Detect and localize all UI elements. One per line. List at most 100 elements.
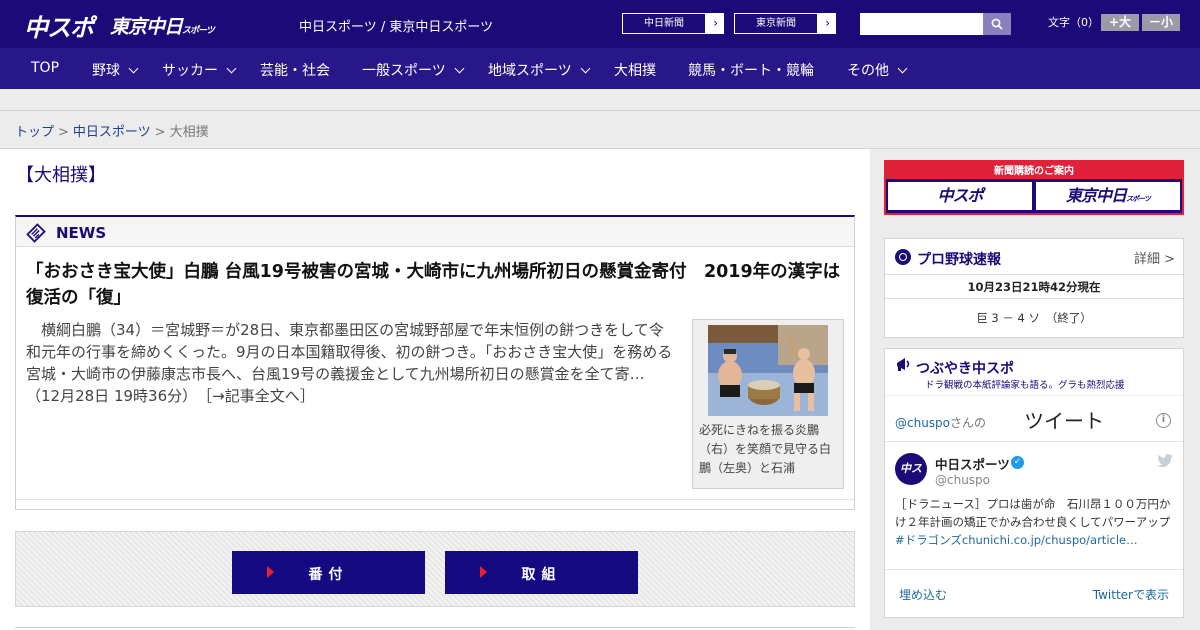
search-icon (991, 18, 1003, 30)
nav-label: サッカー (162, 63, 218, 79)
subscription-title: 新聞購読のご案内 (994, 166, 1074, 177)
chuspo-logo[interactable]: 中スポ (24, 8, 94, 43)
article-body: 横綱白鵬（34）＝宮城野＝が28日、東京都墨田区の宮城野部屋で年末恒例の餅つきを… (26, 319, 676, 407)
breadcrumb-chuspo-link[interactable]: 中日スポーツ (73, 125, 151, 140)
nav-label: 野球 (92, 63, 120, 79)
article-summary: 横綱白鵬（34）＝宮城野＝が28日、東京都墨田区の宮城野部屋で年末恒例の餅つきを… (26, 321, 673, 405)
site-names: 中日スポーツ / 東京中日スポーツ (299, 20, 494, 35)
twitter-handle-link[interactable]: @chuspo (895, 416, 950, 430)
news-header: NEWS (16, 217, 854, 247)
nav-label: 一般スポーツ (362, 63, 446, 79)
sumo-buttons: 番付 取組 (15, 531, 855, 607)
chevron-down-icon (226, 63, 237, 74)
search-button[interactable] (983, 13, 1011, 35)
chuspo-subscribe-logo[interactable]: 中スポ (888, 182, 1032, 210)
nav-label: その他 (847, 63, 889, 79)
nav-item-sumo[interactable]: 大相撲 (614, 60, 656, 80)
nav-item-top[interactable]: TOP (31, 60, 59, 76)
breadcrumb-current: 大相撲 (169, 125, 209, 140)
nav-item-other[interactable]: その他 (847, 60, 908, 80)
nav-item-racing[interactable]: 競馬・ボート・競輪 (688, 60, 814, 80)
twitter-widget: つぶやき中スポ ドラ観戦の本紙評論家も語る。グラも熱烈応援 @chuspoさんの… (884, 348, 1184, 618)
chunichi-shimbun-link[interactable]: 中日新聞 › (622, 13, 724, 34)
chevron-right-icon: › (713, 16, 718, 30)
megaphone-icon (897, 358, 910, 371)
sub-tokyo-text: 東京中日 (1066, 186, 1127, 205)
news-label: NEWS (56, 224, 107, 242)
search-input[interactable] (860, 13, 984, 35)
pro-baseball-title: プロ野球速報 (917, 252, 1001, 268)
chunichi-shimbun-label: 中日新聞 (623, 14, 705, 33)
breadcrumb-separator: > (154, 125, 166, 140)
hashtag-link[interactable]: #ドラゴンズ (895, 533, 962, 547)
divider (885, 298, 1183, 299)
embed-link[interactable]: 埋め込む (899, 586, 947, 603)
banzuke-label: 番付 (308, 567, 349, 583)
torikumi-label: 取組 (521, 567, 562, 583)
view-on-twitter-link[interactable]: Twitterで表示 (1093, 586, 1169, 603)
tokyo-logo-text: 東京中日 (110, 16, 183, 38)
pro-baseball-timestamp: 10月23日21時42分現在 (967, 280, 1101, 294)
nav-label: TOP (31, 60, 60, 76)
nav-item-general-sports[interactable]: 一般スポーツ (362, 60, 465, 80)
nav-label: 芸能・社会 (260, 63, 330, 79)
tokyo-logo-suffix: スポーツ (182, 26, 215, 36)
pro-baseball-widget: プロ野球速報 詳細 > 10月23日21時42分現在 巨 3 － 4 ソ （終了… (884, 238, 1184, 338)
nav-item-local-sports[interactable]: 地域スポーツ (488, 60, 591, 80)
tweet-body: ［ドラニュース］プロは歯が命 石川昂１００万円かけ２年計画の矯正でかみ合わせ良く… (895, 497, 1171, 529)
photo-caption: 必死にきねを振る炎鵬（右）を笑顔で見守る白鵬（左奥）と石浦 (699, 423, 832, 475)
chevron-down-icon (454, 63, 465, 74)
torikumi-button[interactable]: 取組 (445, 551, 638, 594)
photo-box: 必死にきねを振る炎鵬（右）を笑顔で見守る白鵬（左奥）と石浦 (692, 319, 844, 489)
twitter-bird-icon[interactable] (1157, 454, 1173, 468)
subscription-logos: 中スポ 東京中日スポーツ (886, 179, 1182, 213)
tokyo-shimbun-label: 東京新聞 (735, 14, 817, 33)
verified-badge-icon: ✓ (1011, 456, 1024, 469)
article-photo[interactable] (708, 325, 828, 416)
sumo-mochitsuki-photo (708, 325, 828, 416)
twitter-widget-title: つぶやき中スポ (916, 361, 1014, 377)
tweet-author-name[interactable]: 中日スポーツ (935, 454, 1010, 473)
font-size-label: 文字（0） (1048, 16, 1099, 29)
font-smaller-button[interactable]: －小 (1142, 14, 1180, 31)
subscription-banner[interactable]: 新聞購読のご案内 中スポ 東京中日スポーツ (884, 160, 1184, 215)
twitter-widget-subtitle: ドラ観戦の本紙評論家も語る。グラも熱烈応援 (925, 380, 1125, 391)
tweet-url-link[interactable]: chunichi.co.jp/chuspo/article… (962, 533, 1138, 547)
nav-item-baseball[interactable]: 野球 (92, 60, 139, 80)
divider (885, 569, 1183, 570)
font-bigger-button[interactable]: +大 (1101, 14, 1139, 31)
page-title: 【大相撲】 (16, 165, 106, 186)
banzuke-button[interactable]: 番付 (232, 551, 425, 594)
breadcrumb: トップ > 中日スポーツ > 大相撲 (15, 121, 209, 140)
divider (885, 441, 1183, 442)
tweets-heading: ツイート (1024, 409, 1104, 433)
chevron-down-icon (128, 63, 139, 74)
pro-baseball-detail-link[interactable]: 詳細 > (1134, 248, 1175, 267)
chevron-right-icon: › (825, 16, 830, 30)
tokyo-chunichi-subscribe-logo[interactable]: 東京中日スポーツ (1036, 182, 1180, 210)
info-icon[interactable]: i (1156, 413, 1171, 428)
tweet-text: ［ドラニュース］プロは歯が命 石川昂１００万円かけ２年計画の矯正でかみ合わせ良く… (895, 495, 1177, 549)
nav-item-entertainment[interactable]: 芸能・社会 (260, 60, 330, 80)
tokyo-chunichi-logo[interactable]: 東京中日スポーツ (110, 12, 215, 39)
handle-suffix: さんの (950, 416, 987, 430)
pro-baseball-header: プロ野球速報 詳細 > (885, 239, 1183, 275)
divider (885, 395, 1183, 396)
nav-label: 地域スポーツ (488, 63, 572, 79)
chevron-down-icon (897, 63, 908, 74)
nav-label: 競馬・ボート・競輪 (688, 63, 814, 79)
read-more-link[interactable]: ［→記事全文へ］ (205, 387, 315, 405)
avatar[interactable]: 中ス (895, 453, 927, 485)
breadcrumb-top-link[interactable]: トップ (15, 125, 54, 140)
baseball-icon (895, 249, 911, 265)
article-headline[interactable]: 「おおさき宝大使」白鵬 台風19号被害の宮城・大崎市に九州場所初日の懸賞金寄付 … (26, 259, 846, 311)
tweets-by-label: @chuspoさんの (895, 414, 986, 431)
divider (0, 110, 1200, 111)
tweet-author-handle[interactable]: @chuspo (935, 473, 990, 487)
tokyo-shimbun-link[interactable]: 東京新聞 › (734, 13, 836, 34)
pro-baseball-score[interactable]: 巨 3 － 4 ソ （終了） (885, 310, 1183, 326)
news-section: NEWS 「おおさき宝大使」白鵬 台風19号被害の宮城・大崎市に九州場所初日の懸… (15, 215, 855, 510)
nav-label: 大相撲 (614, 63, 656, 79)
nav-item-soccer[interactable]: サッカー (162, 60, 237, 80)
site-header: 中スポ 東京中日スポーツ 中日スポーツ / 東京中日スポーツ 中日新聞 › 東京… (0, 0, 1200, 48)
